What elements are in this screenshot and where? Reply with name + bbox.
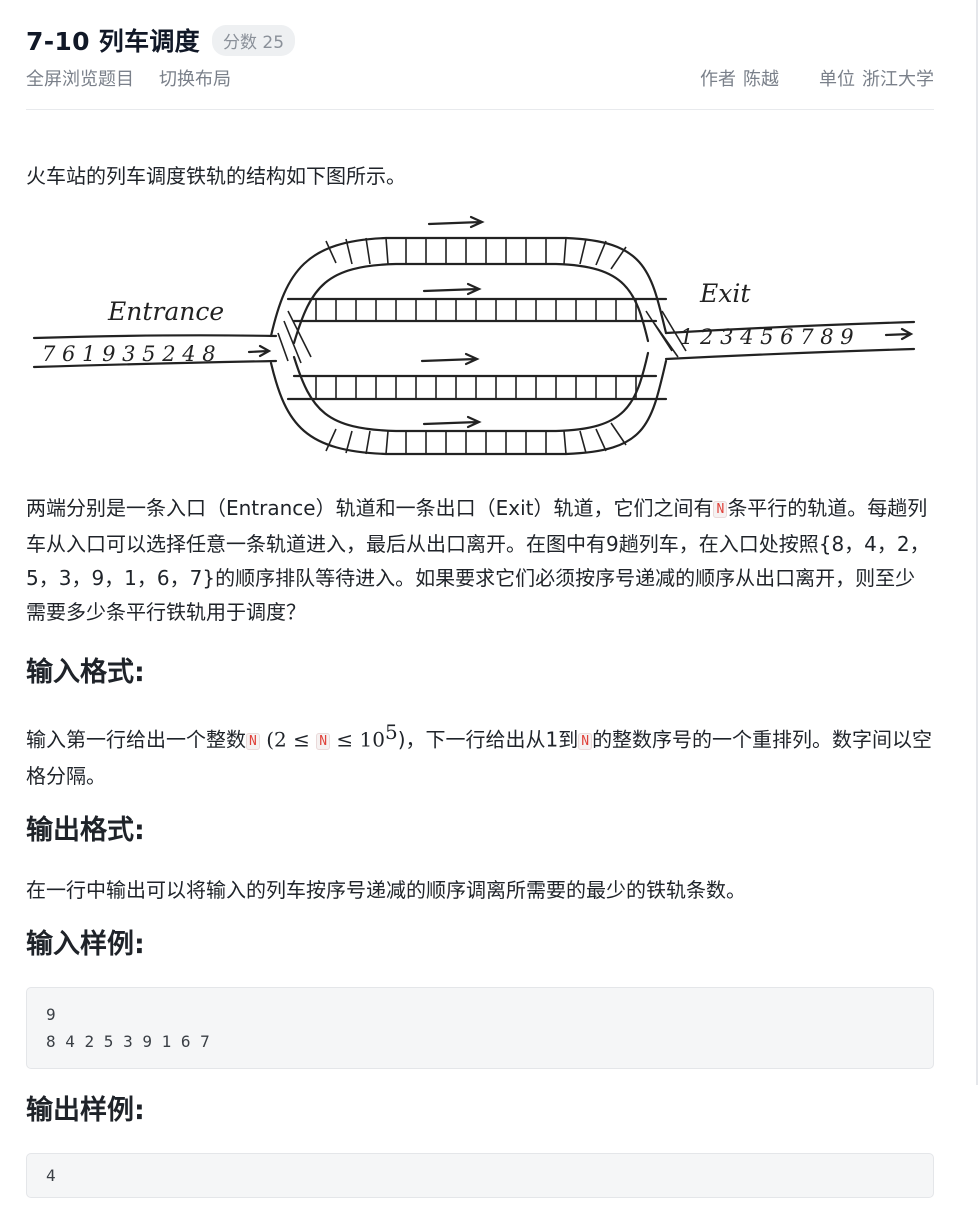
- meta-row: 全屏浏览题目 切换布局 作者 陈越 单位 浙江大学: [26, 60, 934, 110]
- problem-description: 两端分别是一条入口（Entrance）轨道和一条出口（Exit）轨道，它们之间有…: [26, 491, 934, 629]
- exit-sequence: 1 2 3 4 5 6 7 8 9: [680, 325, 854, 349]
- unit-label: 单位: [819, 69, 855, 90]
- entrance-label: Entrance: [107, 297, 224, 326]
- sample-output-heading: 输出样例:: [26, 1094, 145, 1126]
- author-label: 作者: [700, 69, 736, 90]
- author-name: 陈越: [743, 69, 779, 90]
- score-badge: 分数 25: [211, 24, 296, 56]
- switch-layout-link[interactable]: 切换布局: [159, 65, 231, 91]
- sample-input-code[interactable]: 9 8 4 2 5 3 9 1 6 7: [26, 986, 934, 1069]
- problem-page: 7-10 列车调度 分数 25 全屏浏览题目 切换布局 作者 陈越 单位 浙江大…: [26, 0, 934, 1198]
- problem-meta: 作者 陈越 单位 浙江大学: [700, 65, 934, 91]
- author-info: 作者 陈越: [700, 65, 779, 91]
- unit-info: 单位 浙江大学: [819, 65, 934, 91]
- fullscreen-view-link[interactable]: 全屏浏览题目: [26, 65, 134, 91]
- var-n: N: [713, 501, 728, 518]
- input-text-1: 输入第一行给出一个整数: [26, 727, 246, 752]
- var-n: N: [578, 732, 593, 750]
- railway-figure: Entrance Exit 7 6 1 9 3 5 2 4 8 1 2 3 4 …: [32, 215, 916, 456]
- view-links: 全屏浏览题目 切换布局: [26, 65, 231, 91]
- exit-label: Exit: [699, 279, 751, 308]
- math-range-end: ≤ 10: [336, 727, 385, 752]
- output-format-text: 在一行中输出可以将输入的列车按序号递减的顺序调离所需要的最少的铁轨条数。: [26, 877, 746, 902]
- desc-part-1: 两端分别是一条入口（Entrance）轨道和一条出口（Exit）轨道，它们之间有: [26, 496, 714, 520]
- math-range-start: (2 ≤: [266, 727, 310, 752]
- input-format-text: 输入第一行给出一个整数 N (2 ≤ N ≤ 105)，下一行给出从1到 N 的整数序…: [26, 715, 934, 793]
- problem-title: 7-10 列车调度: [26, 27, 200, 56]
- var-n: N: [246, 732, 260, 750]
- sample-input-heading: 输入样例:: [26, 928, 145, 960]
- var-n: N: [316, 732, 331, 750]
- input-format-heading: 输入格式:: [26, 657, 145, 688]
- input-text-4: )，下一行给出从1到: [397, 727, 579, 752]
- sample-output-code[interactable]: 4: [26, 1152, 934, 1198]
- entrance-sequence: 7 6 1 9 3 5 2 4 8: [42, 342, 216, 366]
- math-exponent: 5: [384, 720, 398, 744]
- output-format-heading: 输出格式:: [26, 814, 145, 846]
- intro-text: 火车站的列车调度铁轨的结构如下图所示。: [26, 164, 406, 188]
- unit-name: 浙江大学: [862, 69, 934, 90]
